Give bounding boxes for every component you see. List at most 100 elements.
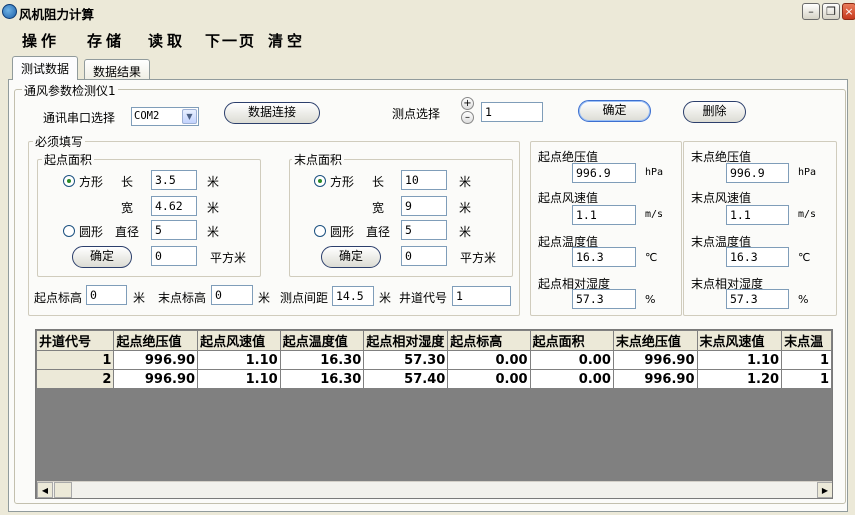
- end-width-input[interactable]: 9: [401, 196, 447, 216]
- serial-port-label: 通讯串口选择: [43, 111, 116, 125]
- scroll-right-icon[interactable]: ▶: [817, 482, 832, 498]
- menu-operate[interactable]: 操作: [22, 30, 60, 51]
- app-icon: [2, 4, 17, 19]
- well-code-input[interactable]: 1: [452, 286, 511, 306]
- table-cell[interactable]: 16.30: [279, 350, 365, 370]
- end-diameter-input[interactable]: 5: [401, 220, 447, 240]
- start-wind-unit: m/s: [645, 209, 664, 220]
- column-header[interactable]: 井道代号: [36, 330, 115, 351]
- menu-save[interactable]: 存储: [87, 30, 125, 51]
- end-length-input[interactable]: 10: [401, 170, 447, 190]
- end-temp-unit: ℃: [798, 251, 811, 264]
- well-code-label: 井道代号: [399, 291, 448, 305]
- table-cell[interactable]: 1: [781, 350, 832, 370]
- menu-bar: 操作 存储 读取 下一页 清空: [0, 24, 855, 54]
- start-width-input[interactable]: 4.62: [151, 196, 197, 216]
- start-square-radio[interactable]: [63, 175, 75, 187]
- column-header[interactable]: 末点绝压值: [612, 330, 698, 351]
- increment-icon[interactable]: +: [461, 97, 474, 110]
- menu-read[interactable]: 读取: [148, 30, 186, 51]
- scrollbar-thumb[interactable]: [54, 482, 72, 498]
- title-bar: 风机阻力计算 – ❐ ×: [0, 0, 855, 24]
- connect-button[interactable]: 数据连接: [224, 102, 320, 124]
- close-icon[interactable]: ×: [842, 3, 855, 20]
- point-select-label: 测点选择: [392, 107, 441, 121]
- data-grid[interactable]: 井道代号 起点绝压值 起点风速值 起点温度值 起点相对湿度 起点标高 起点面积 …: [35, 329, 833, 499]
- column-header[interactable]: 末点风速值: [696, 330, 783, 351]
- start-length-input[interactable]: 3.5: [151, 170, 197, 190]
- start-area-unit: 平方米: [210, 251, 247, 265]
- start-area-title: 起点面积: [42, 151, 95, 168]
- column-header[interactable]: 起点温度值: [279, 330, 365, 351]
- start-diameter-unit: 米: [207, 225, 220, 239]
- end-area-unit: 平方米: [460, 251, 497, 265]
- point-spacing-input[interactable]: 14.5: [332, 286, 374, 306]
- decrement-icon[interactable]: –: [461, 111, 474, 124]
- table-cell[interactable]: 1: [36, 350, 115, 370]
- column-header[interactable]: 起点相对湿度: [363, 330, 449, 351]
- table-cell[interactable]: 0.00: [447, 369, 531, 389]
- column-header[interactable]: 起点绝压值: [113, 330, 199, 351]
- table-cell[interactable]: 996.90: [612, 369, 698, 389]
- table-cell[interactable]: 1.10: [197, 350, 281, 370]
- start-pressure-unit: hPa: [645, 167, 664, 178]
- minimize-icon[interactable]: –: [802, 3, 820, 20]
- start-elevation-input[interactable]: 0: [86, 285, 127, 305]
- table-row[interactable]: 1 996.90 1.10 16.30 57.30 0.00 0.00 996.…: [36, 350, 832, 370]
- table-cell[interactable]: 16.30: [279, 369, 365, 389]
- restore-icon[interactable]: ❐: [822, 3, 840, 20]
- column-header[interactable]: 起点风速值: [197, 330, 281, 351]
- point-spacing-label: 测点间距: [280, 291, 329, 305]
- serial-port-select[interactable]: COM2 ▼: [131, 107, 199, 126]
- point-select-input[interactable]: 1: [481, 102, 543, 122]
- table-cell[interactable]: 1.20: [696, 369, 783, 389]
- table-header-row: 井道代号 起点绝压值 起点风速值 起点温度值 起点相对湿度 起点标高 起点面积 …: [36, 330, 832, 351]
- table-cell[interactable]: 996.90: [113, 369, 199, 389]
- end-area-title: 末点面积: [292, 151, 345, 168]
- instrument-group-title: 通风参数检测仪1: [22, 82, 118, 99]
- start-elevation-label: 起点标高: [34, 291, 83, 305]
- end-elevation-unit: 米: [258, 291, 271, 305]
- table-row[interactable]: 2 996.90 1.10 16.30 57.40 0.00 0.00 996.…: [36, 369, 832, 389]
- end-circle-label: 圆形: [330, 225, 355, 239]
- end-elevation-input[interactable]: 0: [211, 285, 253, 305]
- end-square-radio[interactable]: [314, 175, 326, 187]
- end-square-label: 方形: [330, 175, 355, 189]
- table-cell[interactable]: 0.00: [529, 350, 614, 370]
- delete-button[interactable]: 删除: [683, 101, 746, 123]
- table-cell[interactable]: 996.90: [113, 350, 199, 370]
- table-cell[interactable]: 0.00: [529, 369, 614, 389]
- table-cell[interactable]: 996.90: [612, 350, 698, 370]
- menu-next-page[interactable]: 下一页: [205, 30, 256, 51]
- start-diameter-label: 直径: [115, 225, 140, 239]
- chevron-down-icon[interactable]: ▼: [182, 109, 197, 124]
- end-width-unit: 米: [459, 201, 472, 215]
- start-temp-unit: ℃: [645, 251, 658, 264]
- start-length-label: 长: [121, 175, 134, 189]
- table-cell[interactable]: 1.10: [696, 350, 783, 370]
- table-cell[interactable]: 1.10: [197, 369, 281, 389]
- end-wind-unit: m/s: [798, 209, 817, 220]
- tab-data-result[interactable]: 数据结果: [84, 59, 151, 79]
- table-cell[interactable]: 2: [36, 369, 115, 389]
- end-wind-label: 末点风速值: [691, 191, 752, 205]
- start-area-confirm-button[interactable]: 确定: [72, 246, 132, 268]
- tab-test-data[interactable]: 测试数据: [12, 56, 79, 80]
- table-cell[interactable]: 57.30: [363, 350, 449, 370]
- start-diameter-input[interactable]: 5: [151, 220, 197, 240]
- table-cell[interactable]: 57.40: [363, 369, 449, 389]
- end-circle-radio[interactable]: [314, 225, 326, 237]
- end-pressure-value: 996.9: [726, 163, 789, 183]
- table-cell[interactable]: 1: [781, 369, 832, 389]
- end-area-confirm-button[interactable]: 确定: [321, 246, 381, 268]
- horizontal-scrollbar[interactable]: ◀ ▶: [37, 481, 832, 498]
- menu-clear[interactable]: 清空: [268, 30, 306, 51]
- table-cell[interactable]: 0.00: [447, 350, 531, 370]
- confirm-button[interactable]: 确定: [578, 100, 651, 122]
- end-length-unit: 米: [459, 175, 472, 189]
- start-circle-radio[interactable]: [63, 225, 75, 237]
- column-header[interactable]: 起点面积: [529, 330, 614, 351]
- scroll-left-icon[interactable]: ◀: [37, 482, 53, 498]
- column-header[interactable]: 起点标高: [447, 330, 531, 351]
- column-header[interactable]: 末点温: [781, 330, 832, 351]
